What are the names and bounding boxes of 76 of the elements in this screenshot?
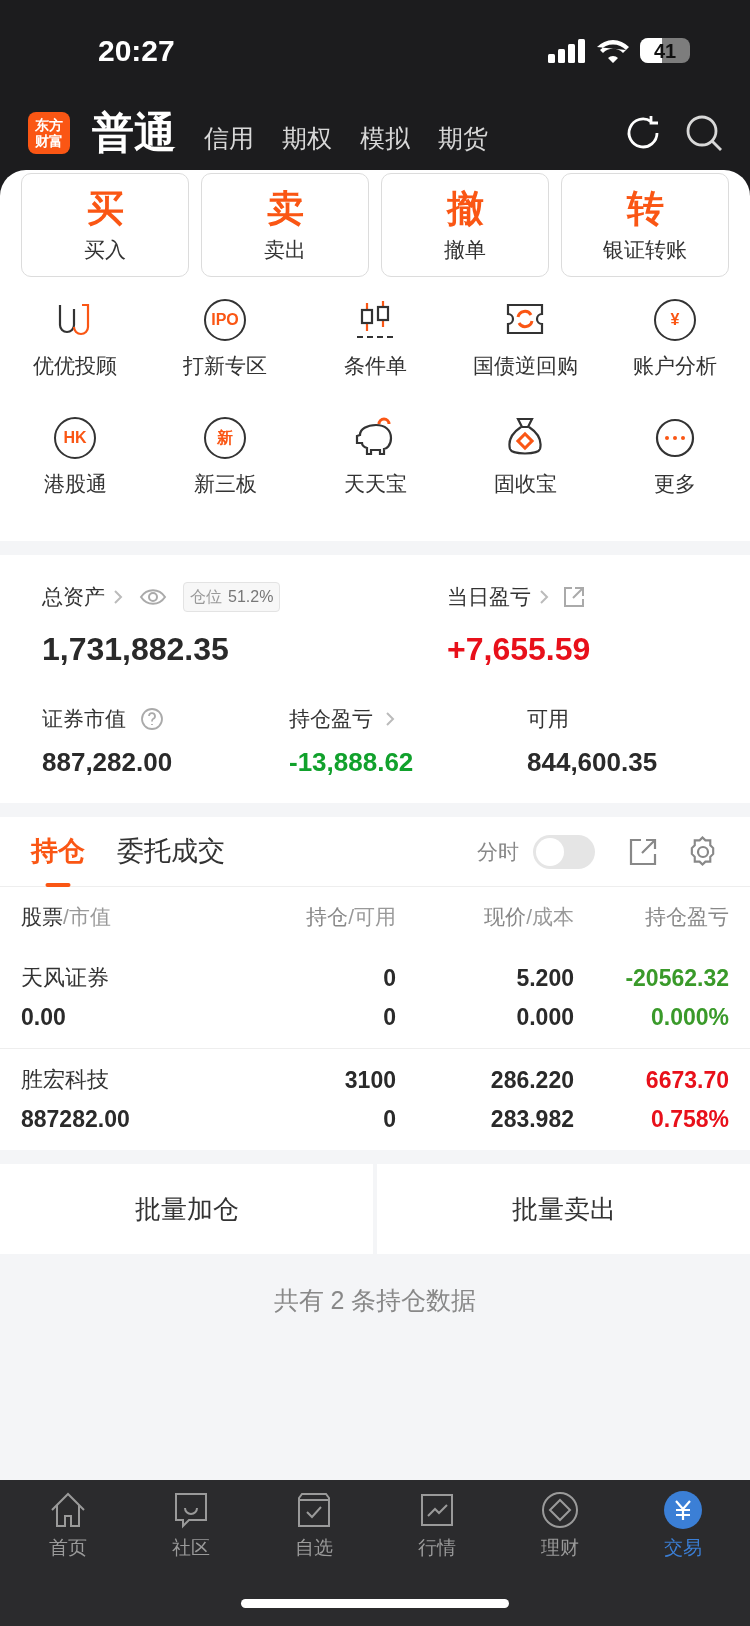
help-icon[interactable] (140, 707, 164, 731)
nav-tab[interactable]: 自选 (252, 1490, 375, 1563)
external-link-icon[interactable] (563, 586, 585, 608)
market-value-cell-text: 887282.00 (21, 1104, 131, 1134)
positions-tab[interactable]: 委托成交 (117, 816, 225, 887)
price-cell-text: 5.200 (515, 964, 574, 993)
nav-tab[interactable]: 首页 (6, 1490, 129, 1563)
service-item[interactable]: ¥ 账户分析 (600, 295, 750, 413)
price-cell-text: 286.220 (489, 1066, 574, 1095)
market-value: 887,282.00 (42, 746, 174, 779)
pl-cell-text: 6673.70 (644, 1066, 729, 1095)
app-logo: 东方 财富 (28, 111, 70, 154)
nav-tab[interactable]: 社区 (129, 1490, 252, 1563)
eye-icon[interactable] (139, 588, 167, 606)
account-tab[interactable]: 信用 (204, 121, 254, 158)
cost-cell-text: 0.000 (515, 1002, 574, 1032)
cost-cell-text: 283.982 (489, 1104, 574, 1134)
wifi-icon (596, 38, 630, 63)
pl-percent-cell-text: 0.000% (650, 1002, 729, 1032)
chevron-right-icon (385, 711, 395, 727)
nav-tab[interactable]: 行情 (375, 1490, 498, 1563)
account-tab[interactable]: 期权 (282, 121, 332, 158)
total-assets-label: 总资产 (42, 584, 105, 611)
holding-pl-label: 持仓盈亏 (289, 706, 373, 733)
chevron-right-icon (539, 589, 549, 605)
intraday-toggle[interactable] (533, 834, 595, 869)
holding-cell-text: 3100 (343, 1066, 396, 1095)
chevron-right-icon (113, 589, 123, 605)
account-tab[interactable]: 普通 (92, 107, 176, 158)
total-assets-value: 1,731,882.35 (42, 630, 230, 669)
service-item[interactable]: 国债逆回购 (450, 295, 600, 413)
market-value-label: 证券市值 (42, 706, 126, 733)
position-row[interactable]: 天风证券 0 5.200 -20562.32 0.00 0 0.000 0.000% (0, 947, 750, 1048)
available-value: 844,600.35 (527, 746, 658, 779)
signal-icon (548, 38, 586, 63)
yuan-icon (663, 1491, 702, 1529)
account-tab[interactable]: 期货 (438, 121, 488, 158)
nav-tab[interactable]: 交易 (621, 1490, 744, 1563)
quick-action-button[interactable]: 转 银证转账 (561, 173, 729, 277)
service-item[interactable]: 优优投顾 (0, 295, 150, 413)
quick-action-button[interactable]: 撤 撤单 (381, 173, 549, 277)
column-header: 持仓/可用 (305, 904, 396, 931)
available-cell-text: 0 (382, 1002, 396, 1032)
daily-pl-label: 当日盈亏 (447, 584, 531, 611)
service-item[interactable]: 更多 (600, 413, 750, 531)
daily-pl-value: +7,655.59 (447, 630, 591, 669)
holding-cell-text: 0 (382, 964, 396, 993)
quick-action-button[interactable]: 买 买入 (21, 173, 189, 277)
intraday-label: 分时 (477, 838, 519, 865)
share-icon[interactable] (629, 837, 657, 866)
holding-pl-value: -13,888.62 (289, 746, 415, 779)
service-item[interactable]: 条件单 (300, 295, 450, 413)
nav-tab[interactable]: 理财 (498, 1490, 621, 1563)
batch-button[interactable]: 批量加仓 (0, 1164, 373, 1254)
stock-name: 胜宏科技 (21, 1066, 110, 1094)
service-item[interactable]: IPO 打新专区 (150, 295, 300, 413)
account-tab[interactable]: 模拟 (360, 121, 410, 158)
available-label: 可用 (527, 706, 569, 733)
position-ratio-tag: 仓位 51.2% (183, 582, 281, 612)
pl-cell-text: -20562.32 (624, 964, 729, 993)
stock-name: 天风证券 (21, 964, 110, 992)
quick-action-button[interactable]: 卖 卖出 (201, 173, 369, 277)
batch-button[interactable]: 批量卖出 (377, 1164, 750, 1254)
status-time: 20:27 (98, 33, 175, 69)
column-header: 股票/市值 (21, 904, 112, 931)
market-value-cell-text: 0.00 (21, 1002, 67, 1032)
pl-percent-cell-text: 0.758% (650, 1104, 729, 1134)
available-cell-text: 0 (382, 1104, 396, 1134)
service-item[interactable]: 天天宝 (300, 413, 450, 531)
position-row[interactable]: 胜宏科技 3100 286.220 6673.70 887282.00 0 283.982 0.758% (0, 1048, 750, 1150)
service-item[interactable]: 新 新三板 (150, 413, 300, 531)
service-item[interactable]: HK 港股通 (0, 413, 150, 531)
column-header: 持仓盈亏 (644, 904, 729, 931)
column-header: 现价/成本 (483, 904, 574, 931)
positions-summary: 共有 2 条持仓数据 (273, 1285, 477, 1316)
service-item[interactable]: 固收宝 (450, 413, 600, 531)
